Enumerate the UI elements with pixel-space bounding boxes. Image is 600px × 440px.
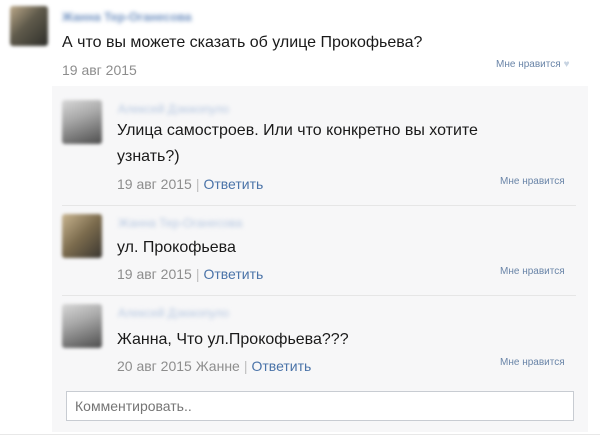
- avatar[interactable]: [10, 6, 48, 46]
- reply-date: 19 авг 2015: [117, 266, 192, 282]
- divider: [62, 295, 576, 296]
- reply-author-name[interactable]: Жанна Тер-Оганесова: [118, 216, 242, 230]
- meta-separator: |: [195, 176, 200, 192]
- reply-meta: 19 авг 2015 | Ответить: [117, 176, 263, 192]
- avatar[interactable]: [62, 214, 102, 258]
- reply-button[interactable]: Ответить: [203, 266, 263, 282]
- meta-separator: |: [195, 266, 200, 282]
- divider: [62, 205, 576, 206]
- reply-like-button[interactable]: Мне нравится: [500, 176, 565, 187]
- reply-text: ул. Прокофьева: [117, 239, 236, 256]
- like-label: Мне нравится: [496, 59, 561, 70]
- divider: [0, 434, 600, 435]
- comment-input[interactable]: [66, 391, 574, 421]
- reply-like-button[interactable]: Мне нравится: [500, 266, 565, 277]
- meta-separator: |: [243, 358, 248, 374]
- reply-button[interactable]: Ответить: [203, 176, 263, 192]
- reply-author-name[interactable]: Алексей Дзюкопуло: [118, 306, 229, 320]
- reply-button[interactable]: Ответить: [251, 358, 311, 374]
- reply-date: 19 авг 2015: [117, 176, 192, 192]
- reply-author-name[interactable]: Алексей Дзюкопуло: [118, 102, 229, 116]
- reply-like-button[interactable]: Мне нравится: [500, 357, 565, 368]
- reply-text: Улица самостроев. Или что конкретно вы х…: [117, 122, 478, 165]
- post-date: 19 авг 2015: [62, 62, 137, 78]
- reply-meta: 19 авг 2015 | Ответить: [117, 266, 263, 282]
- reply-addressee[interactable]: Жанне: [196, 358, 240, 374]
- wall-post: Жанна Тер-Оганесова А что вы можете сказ…: [0, 0, 600, 440]
- post-like-button[interactable]: Мне нравится ♥: [496, 59, 570, 70]
- heart-icon: ♥: [563, 59, 570, 70]
- post-author-name[interactable]: Жанна Тер-Оганесова: [62, 10, 192, 24]
- reply-text: Жанна, Что ул.Прокофьева???: [117, 331, 349, 348]
- reply-meta: 20 авг 2015 Жанне | Ответить: [117, 358, 311, 374]
- avatar[interactable]: [62, 304, 102, 348]
- post-text: А что вы можете сказать об улице Прокофь…: [62, 34, 423, 51]
- avatar[interactable]: [62, 100, 102, 144]
- reply-date: 20 авг 2015: [117, 358, 192, 374]
